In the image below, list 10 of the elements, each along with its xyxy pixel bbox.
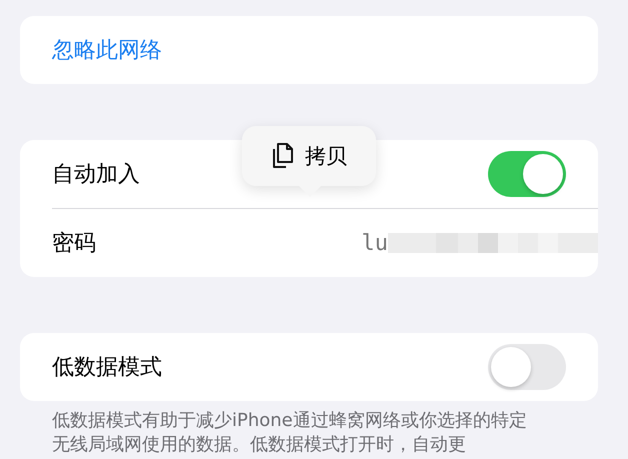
setting-label: 自动加入 bbox=[52, 161, 140, 189]
toggle-switch[interactable] bbox=[488, 344, 566, 390]
copy-icon bbox=[271, 143, 293, 169]
footer-description: 低数据模式有助于减少iPhone通过蜂窝网络或你选择的特定无线局域网使用的数据。低数据模式打开时，自动更 bbox=[52, 409, 528, 457]
setting-label: 密码 bbox=[52, 230, 96, 258]
toggle-switch[interactable] bbox=[488, 151, 566, 197]
forget-network-link[interactable]: 忽略此网络 bbox=[20, 16, 598, 84]
setting-label: 低数据模式 bbox=[52, 354, 162, 382]
copy-label: 拷贝 bbox=[305, 143, 347, 170]
password-value: lu bbox=[362, 230, 388, 256]
